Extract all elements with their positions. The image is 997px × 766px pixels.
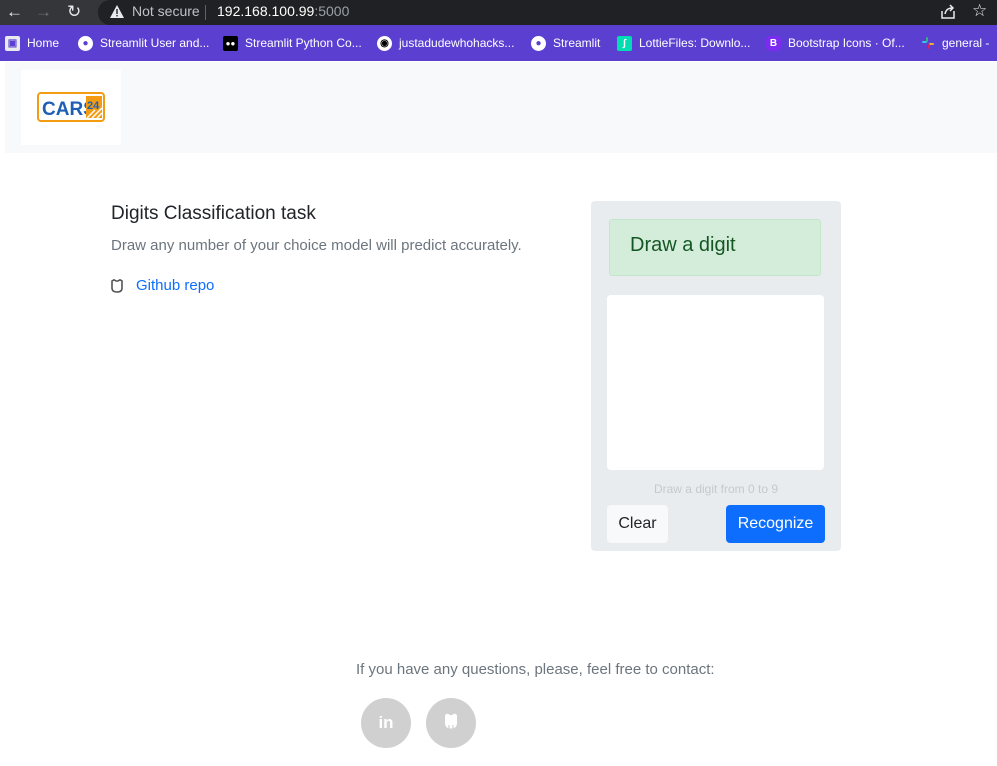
drawing-canvas[interactable] <box>607 295 824 470</box>
lottiefiles-icon: ∫ <box>617 35 632 51</box>
bookmark-streamlit-user[interactable]: ● Streamlit User and... <box>78 35 209 51</box>
url-port: :5000 <box>314 3 350 19</box>
medium-icon: ●● <box>223 35 238 51</box>
security-status: Not secure <box>132 3 200 19</box>
github-icon <box>111 278 123 293</box>
digit-panel: Draw a digit Draw a digit from 0 to 9 Cl… <box>591 201 841 551</box>
page-title: Digits Classification task <box>111 203 316 224</box>
bookmark-home[interactable]: ▣ Home <box>5 35 59 51</box>
bookmark-label: Streamlit Python Co... <box>245 36 362 50</box>
bookmark-label: Home <box>27 36 60 50</box>
forward-arrow-icon[interactable]: → <box>35 2 52 22</box>
recognize-button[interactable]: Recognize <box>726 505 825 543</box>
linkedin-icon: in <box>378 713 394 732</box>
reload-icon[interactable]: ↻ <box>67 2 81 22</box>
bookmark-general[interactable]: general - <box>920 35 989 51</box>
site-header: CARS 24 <box>5 62 997 153</box>
bookmark-star-icon[interactable]: ☆ <box>972 1 987 21</box>
browser-toolbar: ← → ↻ Not secure 192.168.100.99:5000 ☆ <box>0 0 997 25</box>
globe-icon: ● <box>531 35 546 51</box>
contact-text: If you have any questions, please, feel … <box>356 661 715 678</box>
bookmark-label: Streamlit User and... <box>100 36 210 50</box>
github-repo-link[interactable]: Github repo <box>110 277 214 294</box>
share-icon[interactable] <box>940 4 957 25</box>
address-divider <box>205 5 206 20</box>
page-subtitle: Draw any number of your choice model wil… <box>111 237 522 254</box>
bookmark-streamlit-python[interactable]: ●● Streamlit Python Co... <box>223 35 362 51</box>
globe-icon: ● <box>78 35 93 51</box>
bookmarks-bar: ▣ Home ● Streamlit User and... ●● Stream… <box>0 25 997 61</box>
logo-container[interactable]: CARS 24 <box>21 70 121 145</box>
bookmark-label: LottieFiles: Downlo... <box>639 36 751 50</box>
bookmark-label: Bootstrap Icons · Of... <box>788 36 905 50</box>
linkedin-button[interactable]: in <box>361 698 411 748</box>
clear-button[interactable]: Clear <box>607 505 668 543</box>
bookmark-lottiefiles[interactable]: ∫ LottieFiles: Downlo... <box>617 35 750 51</box>
bookmark-label: general - <box>942 36 990 50</box>
bookmark-justadudewhohacks[interactable]: ◉ justadudewhohacks... <box>377 35 514 51</box>
canvas-hint: Draw a digit from 0 to 9 <box>653 482 779 496</box>
github-button[interactable] <box>426 698 476 748</box>
url-text: 192.168.100.99:5000 <box>217 3 349 19</box>
github-repo-label[interactable]: Github repo <box>136 277 214 294</box>
bookmark-label: justadudewhohacks... <box>399 36 515 50</box>
back-arrow-icon[interactable]: ← <box>6 2 23 22</box>
address-bar[interactable]: Not secure 192.168.100.99:5000 ☆ <box>98 0 997 25</box>
draw-digit-alert: Draw a digit <box>609 219 821 276</box>
bookmark-streamlit[interactable]: ● Streamlit <box>531 35 600 51</box>
github-icon <box>442 712 460 735</box>
logo-number-text: 24 <box>87 100 100 112</box>
bookmark-bootstrap-icons[interactable]: B Bootstrap Icons · Of... <box>766 35 905 51</box>
home-icon: ▣ <box>5 35 20 51</box>
bootstrap-icon: B <box>766 35 781 51</box>
url-host: 192.168.100.99 <box>217 3 315 19</box>
cars24-logo: CARS 24 <box>37 92 105 122</box>
github-icon: ◉ <box>377 35 392 51</box>
bookmark-label: Streamlit <box>553 36 601 50</box>
slack-icon <box>920 36 935 51</box>
warning-icon <box>110 5 124 23</box>
